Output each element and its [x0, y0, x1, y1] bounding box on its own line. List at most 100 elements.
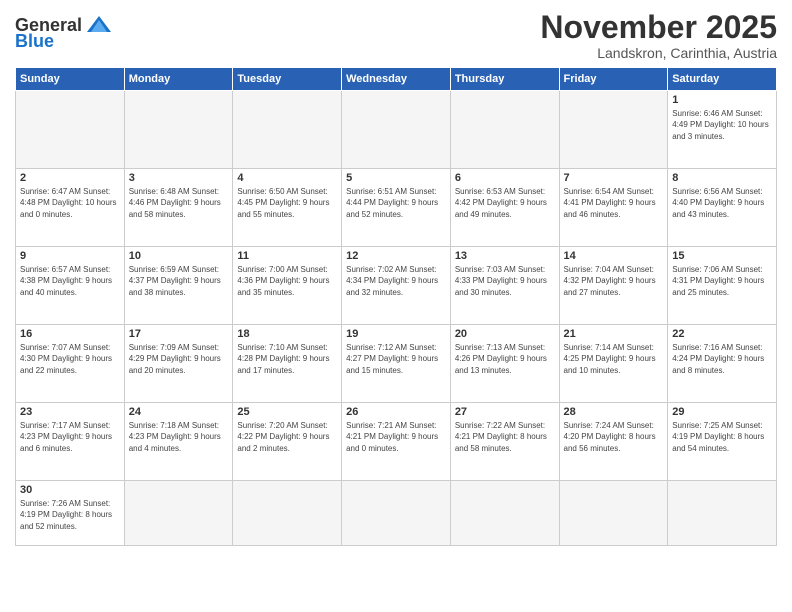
- day-info: Sunrise: 6:57 AM Sunset: 4:38 PM Dayligh…: [20, 264, 120, 298]
- day-number: 21: [564, 328, 664, 340]
- day-number: 1: [672, 94, 772, 106]
- calendar-day: 19 Sunrise: 7:12 AM Sunset: 4:27 PM Dayli…: [342, 325, 451, 403]
- calendar-day: 3 Sunrise: 6:48 AM Sunset: 4:46 PM Daylig…: [124, 169, 233, 247]
- logo: General Blue: [15, 14, 113, 50]
- day-info: Sunrise: 6:53 AM Sunset: 4:42 PM Dayligh…: [455, 186, 555, 220]
- day-number: 3: [129, 172, 229, 184]
- day-number: 13: [455, 250, 555, 262]
- calendar-day: 8Sunrise: 6:56 AM Sunset: 4:40 PM Daylig…: [668, 169, 777, 247]
- day-info: Sunrise: 7:18 AM Sunset: 4:23 PM Dayligh…: [129, 420, 229, 454]
- calendar-day: 18Sunrise: 7:10 AM Sunset: 4:28 PM Dayli…: [233, 325, 342, 403]
- calendar-day: [559, 481, 668, 546]
- day-info: Sunrise: 6:48 AM Sunset: 4:46 PM Dayligh…: [129, 186, 229, 220]
- header-friday: Friday: [559, 68, 668, 91]
- calendar-day: 9Sunrise: 6:57 AM Sunset: 4:38 PM Daylig…: [16, 247, 125, 325]
- day-info: Sunrise: 7:12 AM Sunset: 4:27 PM Dayligh…: [346, 342, 446, 376]
- day-info: Sunrise: 6:47 AM Sunset: 4:48 PM Dayligh…: [20, 186, 120, 220]
- calendar-day: 25 Sunrise: 7:20 AM Sunset: 4:22 PM Dayli…: [233, 403, 342, 481]
- calendar-day: 17Sunrise: 7:09 AM Sunset: 4:29 PM Dayli…: [124, 325, 233, 403]
- calendar-day: [233, 91, 342, 169]
- header-tuesday: Tuesday: [233, 68, 342, 91]
- calendar-week-row: 16 Sunrise: 7:07 AM Sunset: 4:30 PM Dayli…: [16, 325, 777, 403]
- calendar-week-row: 30 Sunrise: 7:26 AM Sunset: 4:19 PM Dayli…: [16, 481, 777, 546]
- day-info: Sunrise: 6:59 AM Sunset: 4:37 PM Dayligh…: [129, 264, 229, 298]
- day-info: Sunrise: 7:00 AM Sunset: 4:36 PM Dayligh…: [237, 264, 337, 298]
- day-number: 28: [564, 406, 664, 418]
- calendar-day: [342, 481, 451, 546]
- header-saturday: Saturday: [668, 68, 777, 91]
- calendar-day: 4Sunrise: 6:50 AM Sunset: 4:45 PM Daylig…: [233, 169, 342, 247]
- header-monday: Monday: [124, 68, 233, 91]
- day-info: Sunrise: 7:22 AM Sunset: 4:21 PM Dayligh…: [455, 420, 555, 454]
- day-info: Sunrise: 6:50 AM Sunset: 4:45 PM Dayligh…: [237, 186, 337, 220]
- day-info: Sunrise: 7:17 AM Sunset: 4:23 PM Dayligh…: [20, 420, 120, 454]
- day-number: 6: [455, 172, 555, 184]
- day-info: Sunrise: 7:26 AM Sunset: 4:19 PM Dayligh…: [20, 498, 120, 532]
- day-info: Sunrise: 7:24 AM Sunset: 4:20 PM Dayligh…: [564, 420, 664, 454]
- calendar-day: 20 Sunrise: 7:13 AM Sunset: 4:26 PM Dayli…: [450, 325, 559, 403]
- calendar-day: 24Sunrise: 7:18 AM Sunset: 4:23 PM Dayli…: [124, 403, 233, 481]
- calendar-day: 10 Sunrise: 6:59 AM Sunset: 4:37 PM Dayli…: [124, 247, 233, 325]
- calendar-week-row: 23 Sunrise: 7:17 AM Sunset: 4:23 PM Dayli…: [16, 403, 777, 481]
- day-info: Sunrise: 6:51 AM Sunset: 4:44 PM Dayligh…: [346, 186, 446, 220]
- calendar-day: [124, 481, 233, 546]
- logo-blue: Blue: [15, 32, 54, 50]
- day-number: 11: [237, 250, 337, 262]
- day-number: 22: [672, 328, 772, 340]
- calendar-day: 16 Sunrise: 7:07 AM Sunset: 4:30 PM Dayli…: [16, 325, 125, 403]
- header: General Blue November 2025 Landskron, Ca…: [15, 10, 777, 61]
- calendar-day: 30 Sunrise: 7:26 AM Sunset: 4:19 PM Dayli…: [16, 481, 125, 546]
- calendar-subtitle: Landskron, Carinthia, Austria: [540, 45, 777, 61]
- weekday-header-row: Sunday Monday Tuesday Wednesday Thursday…: [16, 68, 777, 91]
- calendar-day: 22 Sunrise: 7:16 AM Sunset: 4:24 PM Dayli…: [668, 325, 777, 403]
- day-info: Sunrise: 7:20 AM Sunset: 4:22 PM Dayligh…: [237, 420, 337, 454]
- calendar-day: 28 Sunrise: 7:24 AM Sunset: 4:20 PM Dayli…: [559, 403, 668, 481]
- day-info: Sunrise: 7:03 AM Sunset: 4:33 PM Dayligh…: [455, 264, 555, 298]
- calendar-day: 6 Sunrise: 6:53 AM Sunset: 4:42 PM Daylig…: [450, 169, 559, 247]
- day-number: 12: [346, 250, 446, 262]
- day-number: 19: [346, 328, 446, 340]
- calendar-day: 26 Sunrise: 7:21 AM Sunset: 4:21 PM Dayli…: [342, 403, 451, 481]
- calendar-day: [668, 481, 777, 546]
- day-info: Sunrise: 7:10 AM Sunset: 4:28 PM Dayligh…: [237, 342, 337, 376]
- day-number: 16: [20, 328, 120, 340]
- day-info: Sunrise: 7:07 AM Sunset: 4:30 PM Dayligh…: [20, 342, 120, 376]
- day-info: Sunrise: 7:13 AM Sunset: 4:26 PM Dayligh…: [455, 342, 555, 376]
- calendar-day: [450, 91, 559, 169]
- calendar-day: 1 Sunrise: 6:46 AM Sunset: 4:49 PM Daylig…: [668, 91, 777, 169]
- page: General Blue November 2025 Landskron, Ca…: [0, 0, 792, 612]
- header-sunday: Sunday: [16, 68, 125, 91]
- day-number: 30: [20, 484, 120, 496]
- day-number: 17: [129, 328, 229, 340]
- header-thursday: Thursday: [450, 68, 559, 91]
- day-info: Sunrise: 7:25 AM Sunset: 4:19 PM Dayligh…: [672, 420, 772, 454]
- title-block: November 2025 Landskron, Carinthia, Aust…: [540, 10, 777, 61]
- calendar-day: 13 Sunrise: 7:03 AM Sunset: 4:33 PM Dayli…: [450, 247, 559, 325]
- day-info: Sunrise: 6:46 AM Sunset: 4:49 PM Dayligh…: [672, 108, 772, 142]
- day-number: 2: [20, 172, 120, 184]
- day-number: 26: [346, 406, 446, 418]
- calendar-day: 7Sunrise: 6:54 AM Sunset: 4:41 PM Daylig…: [559, 169, 668, 247]
- day-info: Sunrise: 7:16 AM Sunset: 4:24 PM Dayligh…: [672, 342, 772, 376]
- day-number: 10: [129, 250, 229, 262]
- calendar-day: 12 Sunrise: 7:02 AM Sunset: 4:34 PM Dayli…: [342, 247, 451, 325]
- day-info: Sunrise: 7:14 AM Sunset: 4:25 PM Dayligh…: [564, 342, 664, 376]
- day-number: 23: [20, 406, 120, 418]
- day-info: Sunrise: 6:56 AM Sunset: 4:40 PM Dayligh…: [672, 186, 772, 220]
- calendar-day: 29 Sunrise: 7:25 AM Sunset: 4:19 PM Dayli…: [668, 403, 777, 481]
- calendar-day: 2 Sunrise: 6:47 AM Sunset: 4:48 PM Daylig…: [16, 169, 125, 247]
- day-info: Sunrise: 7:21 AM Sunset: 4:21 PM Dayligh…: [346, 420, 446, 454]
- calendar-day: [16, 91, 125, 169]
- day-number: 5: [346, 172, 446, 184]
- calendar-day: [450, 481, 559, 546]
- day-number: 20: [455, 328, 555, 340]
- day-number: 15: [672, 250, 772, 262]
- day-info: Sunrise: 7:02 AM Sunset: 4:34 PM Dayligh…: [346, 264, 446, 298]
- calendar-week-row: 9Sunrise: 6:57 AM Sunset: 4:38 PM Daylig…: [16, 247, 777, 325]
- day-number: 29: [672, 406, 772, 418]
- logo-icon: [85, 14, 113, 36]
- calendar-week-row: 2 Sunrise: 6:47 AM Sunset: 4:48 PM Daylig…: [16, 169, 777, 247]
- day-info: Sunrise: 7:06 AM Sunset: 4:31 PM Dayligh…: [672, 264, 772, 298]
- day-number: 25: [237, 406, 337, 418]
- calendar-day: 5 Sunrise: 6:51 AM Sunset: 4:44 PM Daylig…: [342, 169, 451, 247]
